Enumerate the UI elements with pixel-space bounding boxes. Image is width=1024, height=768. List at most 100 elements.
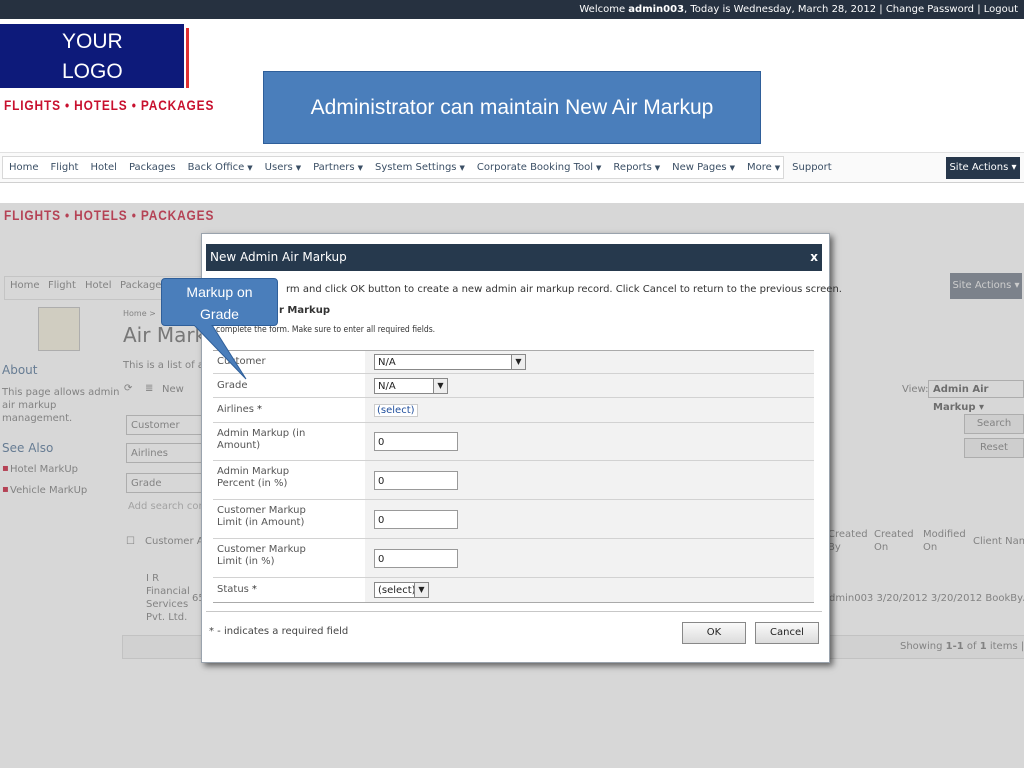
nav-item-back-office[interactable]: Back Office ▼	[182, 162, 259, 173]
nav-item-hotel[interactable]: Hotel	[84, 162, 123, 173]
separator: |	[974, 4, 984, 15]
dialog-titlebar: New Admin Air Markup x	[206, 244, 822, 271]
chevron-down-icon: ▼	[596, 164, 602, 172]
nav-item-label: More	[746, 162, 772, 173]
admin-markup-percent-input[interactable]: 0	[374, 470, 458, 490]
customer-limit-amount-label-2: Limit (in Amount)	[217, 517, 305, 528]
airlines-label: Airlines	[217, 404, 254, 415]
admin-markup-percent-label-1: Admin Markup	[217, 466, 290, 477]
airlines-value-cell: (select)	[365, 398, 814, 422]
logo-line-2: LOGO	[62, 60, 123, 83]
nav-item-label: Corporate Booking Tool	[476, 162, 594, 173]
status-value-cell: (select) ▼	[365, 578, 814, 602]
customer-limit-amount-input[interactable]: 0	[374, 509, 458, 529]
nav-item-users[interactable]: Users ▼	[259, 162, 307, 173]
new-admin-air-markup-dialog: New Admin Air Markup x rm and click OK b…	[201, 233, 842, 663]
welcome-text: Welcome	[579, 4, 629, 15]
nav-item-reports[interactable]: Reports ▼	[607, 162, 666, 173]
nav-item-home[interactable]: Home	[3, 162, 45, 173]
nav-item-new-pages[interactable]: New Pages ▼	[666, 162, 741, 173]
logo[interactable]: YOUR LOGO	[0, 24, 184, 88]
grade-row: Grade N/A ▼	[213, 374, 814, 398]
nav-item-label: Users	[264, 162, 293, 173]
change-password-link[interactable]: Change Password	[886, 4, 974, 15]
nav-item-packages[interactable]: Packages	[123, 162, 182, 173]
status-select-value: (select)	[378, 585, 416, 596]
dialog-subtitle: r Markup	[279, 305, 330, 316]
required-field-note: * - indicates a required field	[209, 626, 349, 637]
admin-markup-amount-label: Admin Markup (in Amount)	[213, 423, 365, 460]
customer-limit-percent-input[interactable]: 0	[374, 548, 458, 568]
nav-item-label: Packages	[128, 162, 176, 173]
status-label: Status	[217, 584, 249, 595]
ok-button[interactable]: OK	[682, 622, 746, 644]
grade-value-cell: N/A ▼	[365, 374, 814, 397]
airlines-label-cell: Airlines *	[213, 398, 365, 422]
chevron-down-icon: ▼	[774, 164, 781, 172]
nav-item-label: New Pages	[672, 162, 727, 173]
nav-menu: Home Flight Hotel Packages Back Office ▼ Users…	[2, 156, 832, 179]
markup-on-grade-callout: Markup on Grade	[161, 278, 278, 326]
markup-form: Customer N/A ▼ Grade N/A ▼ Airlines * (sele…	[213, 350, 814, 603]
nav-item-flight[interactable]: Flight	[45, 162, 85, 173]
logo-accent-bar	[186, 28, 189, 88]
username: admin003	[628, 4, 685, 15]
nav-item-label: Reports	[613, 162, 652, 173]
customer-select-value: N/A	[378, 357, 396, 368]
chevron-down-icon: ▼	[295, 164, 302, 172]
customer-limit-percent-label-2: Limit (in %)	[217, 556, 275, 567]
close-icon[interactable]: x	[810, 244, 818, 271]
status-label-cell: Status *	[213, 578, 365, 602]
grade-select-value: N/A	[378, 380, 396, 392]
site-actions-button[interactable]: Site Actions ▾	[946, 157, 1020, 179]
nav-item-more[interactable]: More ▼	[741, 162, 786, 173]
nav-item-partners[interactable]: Partners ▼	[307, 162, 369, 173]
chevron-down-icon: ▼	[414, 583, 428, 597]
customer-limit-percent-value-cell: 0	[365, 539, 814, 577]
status-row: Status * (select) ▼	[213, 578, 814, 603]
nav-item-label: Support	[792, 162, 832, 173]
admin-markup-percent-row: Admin Markup Percent (in %) 0	[213, 461, 814, 500]
customer-limit-amount-label-1: Customer Markup	[217, 505, 306, 516]
admin-markup-amount-row: Admin Markup (in Amount) 0	[213, 423, 814, 461]
logo-line-1: YOUR	[62, 30, 123, 53]
logout-link[interactable]: Logout	[984, 4, 1018, 15]
nav-item-label: Hotel	[90, 162, 117, 173]
nav-item-support[interactable]: Support	[786, 162, 838, 173]
admin-markup-amount-input[interactable]: 0	[374, 432, 458, 451]
admin-markup-amount-label-2: Amount)	[217, 440, 261, 451]
chevron-down-icon: ▼	[433, 378, 447, 393]
admin-markup-amount-label-1: Admin Markup (in	[217, 428, 306, 439]
admin-markup-amount-value-cell: 0	[365, 423, 814, 460]
customer-select[interactable]: N/A ▼	[374, 354, 526, 370]
dialog-intro: rm and click OK button to create a new a…	[286, 284, 842, 295]
callout-line-2: Grade	[200, 306, 239, 322]
required-marker: *	[257, 404, 262, 415]
nav-item-corporate-booking-tool[interactable]: Corporate Booking Tool ▼	[471, 162, 608, 173]
chevron-down-icon: ▼	[729, 164, 735, 172]
cancel-button[interactable]: Cancel	[755, 622, 819, 644]
nav-item-label: Home	[9, 162, 39, 173]
nav-item-label: System Settings	[375, 162, 457, 173]
admin-markup-percent-label-2: Percent (in %)	[217, 478, 288, 489]
required-marker: *	[251, 584, 257, 595]
customer-limit-percent-label-1: Customer Markup	[217, 544, 306, 555]
callout-line-1: Markup on	[186, 284, 253, 300]
slide-caption: Administrator can maintain New Air Marku…	[263, 71, 761, 144]
customer-row: Customer N/A ▼	[213, 351, 814, 374]
status-select[interactable]: (select) ▼	[374, 582, 429, 598]
date-text: , Today is Wednesday, March 28, 2012 |	[684, 4, 886, 15]
airlines-row: Airlines * (select)	[213, 398, 814, 423]
dialog-title: New Admin Air Markup	[210, 250, 347, 264]
nav-item-label: Back Office	[187, 162, 245, 173]
nav-item-system-settings[interactable]: System Settings ▼	[369, 162, 471, 173]
airlines-select-link[interactable]: (select)	[374, 403, 418, 417]
tagline: FLIGHTS • HOTELS • PACKAGES	[4, 97, 215, 113]
customer-limit-percent-row: Customer Markup Limit (in %) 0	[213, 539, 814, 578]
chevron-down-icon: ▼	[357, 164, 364, 172]
chevron-down-icon: ▼	[654, 164, 661, 172]
top-bar: Welcome admin003, Today is Wednesday, Ma…	[0, 0, 1024, 19]
callout-pointer	[193, 325, 247, 380]
grade-select[interactable]: N/A ▼	[374, 377, 448, 394]
admin-markup-percent-value-cell: 0	[365, 461, 814, 499]
